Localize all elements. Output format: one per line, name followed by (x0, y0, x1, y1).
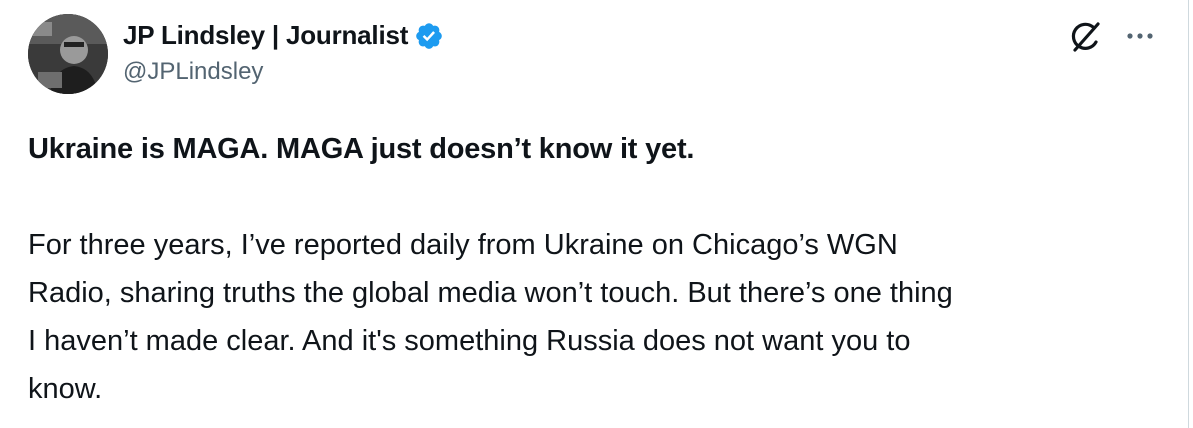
avatar[interactable] (28, 14, 108, 94)
author-handle[interactable]: @JPLindsley (123, 58, 263, 86)
avatar-photo (28, 14, 108, 94)
author-display-name[interactable]: JP Lindsley | Journalist (123, 20, 408, 51)
more-options-icon[interactable] (1120, 22, 1160, 50)
grok-icon[interactable] (1069, 20, 1103, 54)
tweet-text: Ukraine is MAGA. MAGA just doesn’t know … (28, 125, 1178, 413)
author-name-row[interactable]: JP Lindsley | Journalist (123, 18, 444, 52)
verified-badge-icon (414, 21, 444, 51)
tweet-headline: Ukraine is MAGA. MAGA just doesn’t know … (28, 133, 695, 165)
panel-border (1188, 0, 1189, 428)
tweet-body: For three years, I’ve reported daily fro… (28, 229, 953, 405)
